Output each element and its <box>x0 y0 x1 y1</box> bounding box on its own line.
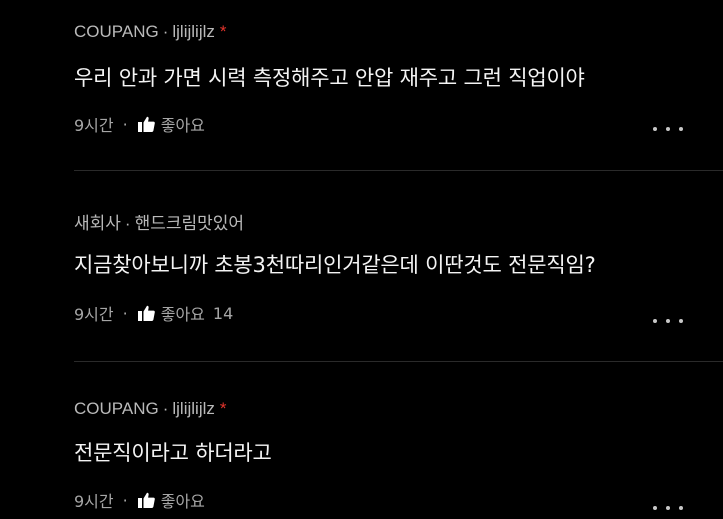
author-company: 새회사 <box>74 214 121 233</box>
comment-item: 새회사 · 핸드크림맛있어 지금찾아보니까 초봉3천따리인거같은데 이딴것도 전문직… <box>0 192 723 362</box>
comment-divider <box>74 361 723 362</box>
like-count: 14 <box>212 303 234 323</box>
comment-text: 전문직이라고 하더라고 <box>74 441 272 465</box>
more-options-button[interactable] <box>651 124 685 134</box>
comment-text: 지금찾아보니까 초봉3천따리인거같은데 이딴것도 전문직임? <box>74 253 596 277</box>
like-label: 좋아요 <box>160 492 205 511</box>
comment-divider <box>74 170 723 171</box>
comment-text: 우리 안과 가면 시력 측정해주고 안압 재주고 그런 직업이야 <box>74 66 585 90</box>
comment-time: 9시간 <box>74 305 114 324</box>
comment-author-line: COUPANG · ljlijlijlz * <box>74 399 227 419</box>
thumbs-up-icon <box>137 305 155 321</box>
comment-author-line: COUPANG · ljlijlijlz * <box>74 22 227 42</box>
like-button[interactable]: 좋아요 <box>137 112 213 136</box>
comment-time: 9시간 <box>74 116 114 135</box>
comment-footer: 9시간 · 좋아요 <box>74 488 213 512</box>
like-button[interactable]: 좋아요 <box>137 488 213 512</box>
thumbs-up-icon <box>137 116 155 132</box>
comment-footer: 9시간 · 좋아요 <box>74 112 213 136</box>
author-company: COUPANG <box>74 22 159 41</box>
more-dot <box>679 127 683 131</box>
author-badge: * <box>219 399 227 418</box>
author-username[interactable]: ljlijlijlz <box>172 399 215 418</box>
more-dot <box>679 506 683 510</box>
more-horizontal-icon <box>653 127 657 131</box>
more-horizontal-icon <box>653 319 657 323</box>
thumbs-up-icon <box>137 492 155 508</box>
comment-author-line: 새회사 · 핸드크림맛있어 <box>74 209 249 234</box>
comment-item: COUPANG · ljlijlijlz * 우리 안과 가면 시력 측정해주고 안압… <box>0 0 723 170</box>
comment-item: COUPANG · ljlijlijlz * 전문직이라고 하더라고 9시간 · 좋아… <box>0 382 723 519</box>
more-dot <box>666 506 670 510</box>
author-username[interactable]: 핸드크림맛있어 <box>135 214 244 233</box>
author-company: COUPANG <box>74 399 159 418</box>
footer-separator: · <box>122 303 128 323</box>
comment-time: 9시간 <box>74 492 114 511</box>
more-dot <box>666 319 670 323</box>
more-dot <box>666 127 670 131</box>
more-dot <box>679 319 683 323</box>
author-username[interactable]: ljlijlijlz <box>172 22 215 41</box>
meta-separator: · <box>162 399 169 418</box>
more-options-button[interactable] <box>651 316 685 326</box>
footer-separator: · <box>122 490 128 510</box>
author-badge: * <box>219 22 227 41</box>
comment-footer: 9시간 · 좋아요 14 <box>74 301 233 325</box>
meta-separator: · <box>162 22 169 41</box>
like-button[interactable]: 좋아요 14 <box>137 301 234 325</box>
like-label: 좋아요 <box>160 116 205 135</box>
like-label: 좋아요 <box>160 305 205 324</box>
more-options-button[interactable] <box>651 503 685 513</box>
meta-separator: · <box>124 214 131 233</box>
footer-separator: · <box>122 114 128 134</box>
more-horizontal-icon <box>653 506 657 510</box>
